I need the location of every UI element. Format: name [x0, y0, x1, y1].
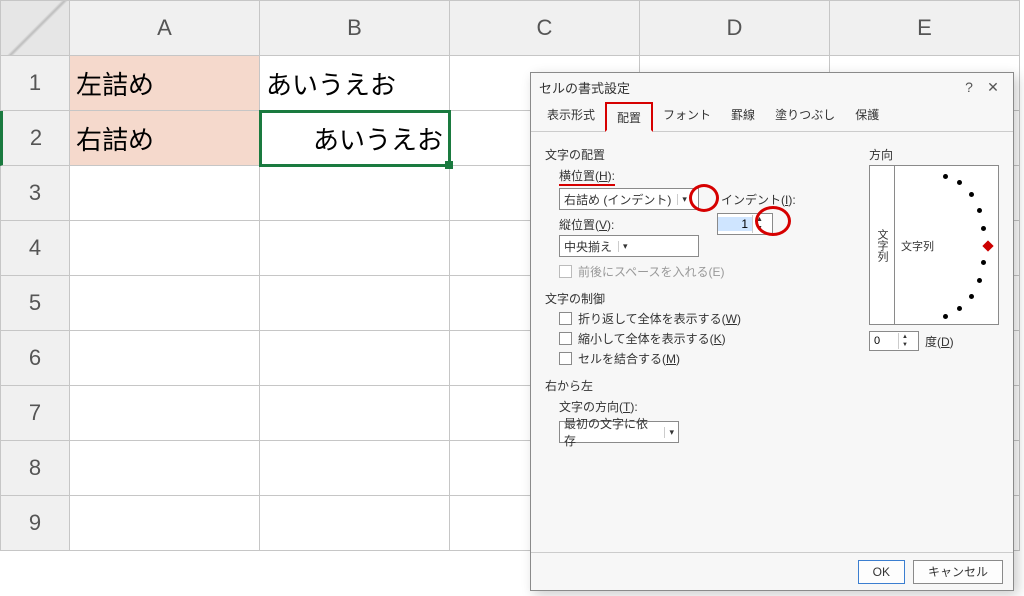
row-head-5[interactable]: 5 [0, 276, 70, 331]
indent-spinner[interactable]: ▲▼ [717, 213, 773, 235]
cell-A5[interactable] [70, 276, 260, 331]
degree-up-icon[interactable]: ▲ [899, 333, 911, 341]
row-head-3[interactable]: 3 [0, 166, 70, 221]
row-head-8[interactable]: 8 [0, 441, 70, 496]
fill-handle[interactable] [445, 161, 453, 169]
chevron-down-icon: ▾ [677, 194, 687, 205]
dialog-tabs: 表示形式 配置 フォント 罫線 塗りつぶし 保護 [531, 101, 1013, 132]
orientation-dial[interactable]: 文字列 [895, 165, 999, 325]
orientation-pointer-icon[interactable] [982, 240, 993, 251]
chevron-down-icon: ▾ [618, 241, 628, 252]
merge-cells-checkbox[interactable]: セルを結合する(M) [559, 350, 999, 367]
text-direction-select[interactable]: 最初の文字に依存▾ [559, 421, 679, 443]
group-rtl: 右から左 [545, 377, 999, 394]
col-head-B[interactable]: B [260, 0, 450, 56]
indent-up-icon[interactable]: ▲ [753, 215, 766, 224]
tab-font[interactable]: フォント [653, 101, 721, 131]
cell-B7[interactable] [260, 386, 450, 441]
select-all-corner[interactable] [0, 0, 70, 56]
col-head-E[interactable]: E [830, 0, 1020, 56]
help-button[interactable]: ? [957, 76, 981, 98]
indent-label: インデント(I): [721, 191, 796, 208]
tab-fill[interactable]: 塗りつぶし [765, 101, 845, 131]
cell-B1[interactable]: あいうえお [260, 56, 450, 111]
degree-spinner[interactable]: ▲▼ [869, 331, 919, 351]
dialog-title: セルの書式設定 [539, 78, 957, 97]
cell-B8[interactable] [260, 441, 450, 496]
ok-button[interactable]: OK [858, 560, 905, 584]
cell-B9[interactable] [260, 496, 450, 551]
degree-down-icon[interactable]: ▼ [899, 341, 911, 349]
group-orientation: 方向 [869, 146, 999, 163]
col-head-C[interactable]: C [450, 0, 640, 56]
text-direction-label: 文字の方向(T): [559, 398, 999, 415]
cell-A8[interactable] [70, 441, 260, 496]
row-head-7[interactable]: 7 [0, 386, 70, 441]
close-button[interactable]: ✕ [981, 76, 1005, 98]
cell-A9[interactable] [70, 496, 260, 551]
cancel-button[interactable]: キャンセル [913, 560, 1003, 584]
col-head-A[interactable]: A [70, 0, 260, 56]
col-head-D[interactable]: D [640, 0, 830, 56]
degree-input[interactable] [870, 335, 898, 347]
cell-A4[interactable] [70, 221, 260, 276]
indent-input[interactable] [718, 217, 752, 231]
cell-B2[interactable]: あいうえお [260, 111, 450, 166]
degree-label: 度(D) [925, 333, 954, 350]
cell-B5[interactable] [260, 276, 450, 331]
cell-B3[interactable] [260, 166, 450, 221]
row-head-6[interactable]: 6 [0, 331, 70, 386]
tab-number[interactable]: 表示形式 [537, 101, 605, 131]
tab-alignment[interactable]: 配置 [605, 102, 653, 132]
cell-B6[interactable] [260, 331, 450, 386]
orientation-vertical-box[interactable]: 文字列 [869, 165, 895, 325]
row-head-2[interactable]: 2 [0, 111, 70, 166]
tab-border[interactable]: 罫線 [721, 101, 765, 131]
format-cells-dialog: セルの書式設定 ? ✕ 表示形式 配置 フォント 罫線 塗りつぶし 保護 文字の… [530, 72, 1014, 591]
indent-down-icon[interactable]: ▼ [753, 224, 766, 233]
dialog-titlebar[interactable]: セルの書式設定 ? ✕ [531, 73, 1013, 101]
vertical-label: 縦位置(V): [559, 216, 717, 233]
cell-A3[interactable] [70, 166, 260, 221]
cell-A1[interactable]: 左詰め [70, 56, 260, 111]
cell-A7[interactable] [70, 386, 260, 441]
horizontal-select[interactable]: 右詰め (インデント)▾ [559, 188, 699, 210]
chevron-down-icon: ▾ [664, 427, 674, 438]
cell-B4[interactable] [260, 221, 450, 276]
row-head-1[interactable]: 1 [0, 56, 70, 111]
row-head-4[interactable]: 4 [0, 221, 70, 276]
tab-protection[interactable]: 保護 [845, 101, 889, 131]
row-head-9[interactable]: 9 [0, 496, 70, 551]
vertical-select[interactable]: 中央揃え▾ [559, 235, 699, 257]
cell-A2[interactable]: 右詰め [70, 111, 260, 166]
cell-A6[interactable] [70, 331, 260, 386]
